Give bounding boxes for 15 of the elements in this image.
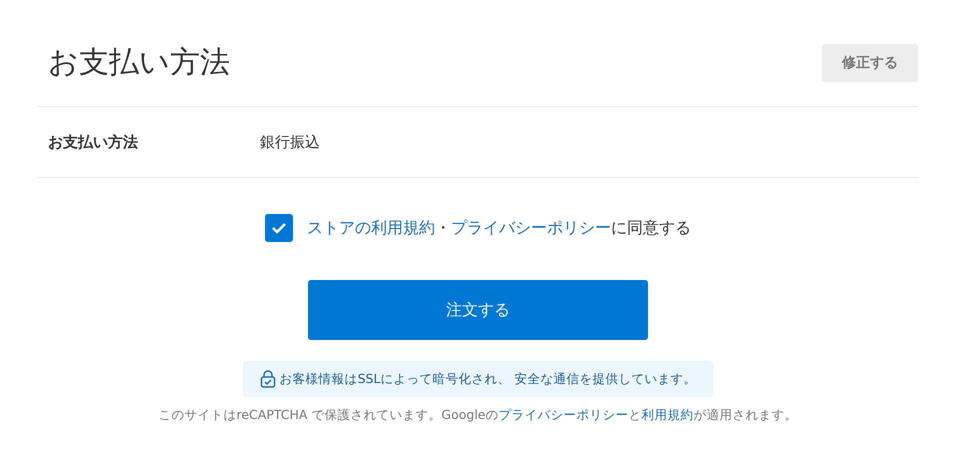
checkmark-icon (271, 222, 287, 234)
recaptcha-notice: このサイトはreCAPTCHA で保護されています。Googleのプライバシーポリシー と 利用規約が適用されます。 (158, 407, 798, 424)
link[interactable]: プライバシーポリシー (498, 407, 628, 422)
section-title: お支払い方法 (48, 44, 230, 82)
row-value: 銀行振込 (260, 132, 320, 152)
agreement-text: ストアの利用規約・プライバシーポリシーに同意する (307, 218, 691, 238)
edit-button[interactable]: 修正する (822, 44, 918, 82)
order-button[interactable]: 注文する (308, 280, 648, 340)
agree-checkbox[interactable] (265, 214, 293, 242)
link[interactable]: プライバシーポリシー (451, 218, 611, 236)
lock-icon (260, 370, 276, 388)
ssl-notice: お客様情報はSSLによって暗号化され、 安全な通信を提供しています。 (280, 370, 696, 388)
row-label: お支払い方法 (48, 132, 139, 152)
link[interactable]: 利用規約 (642, 407, 694, 422)
link[interactable]: ストアの利用規約 (307, 218, 435, 236)
